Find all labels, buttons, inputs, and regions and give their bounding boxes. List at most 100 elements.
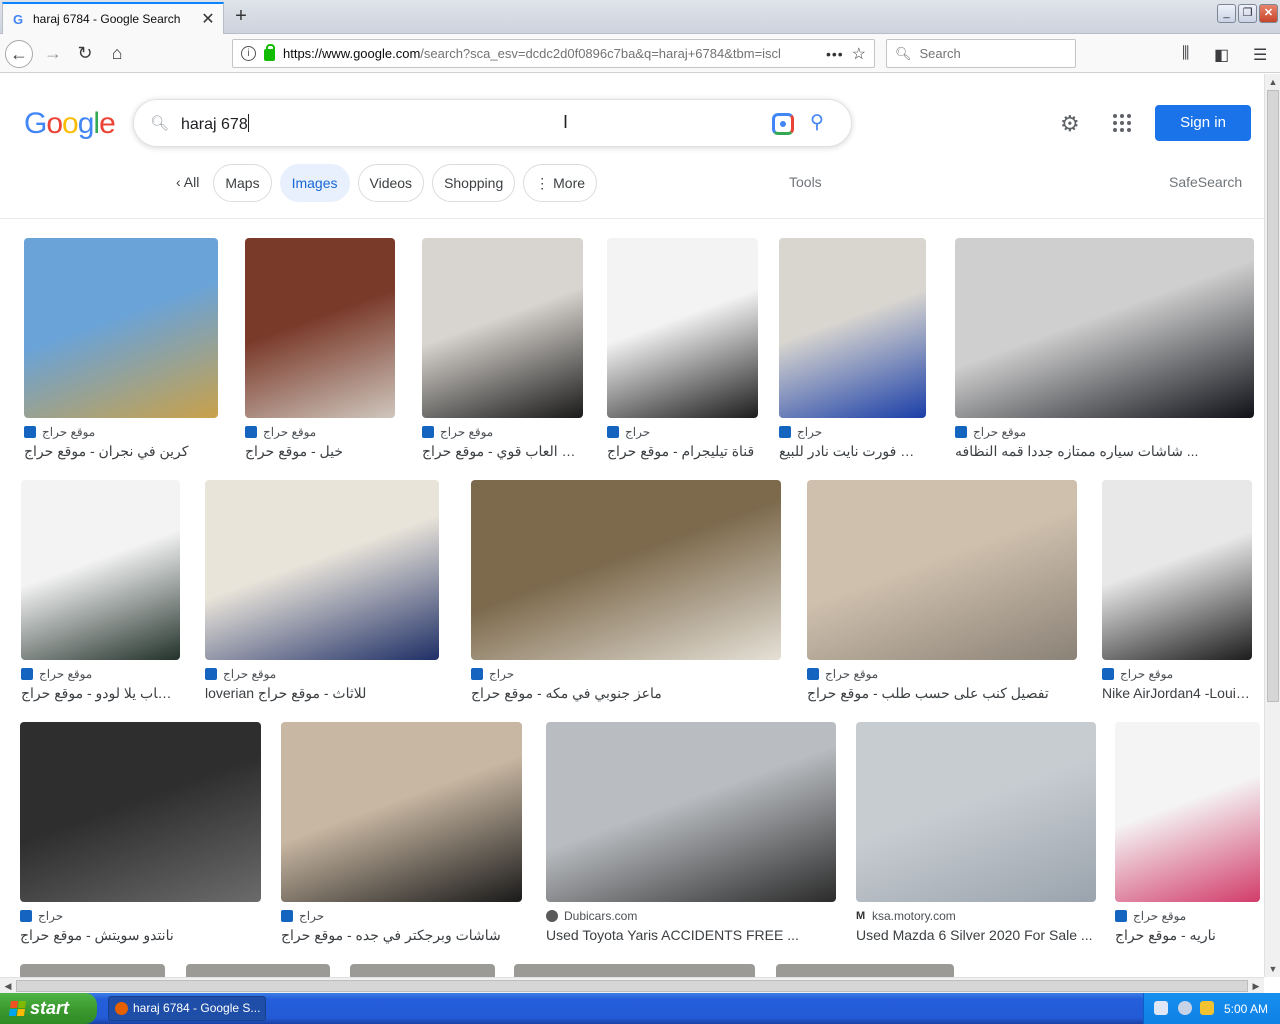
security-shield-icon[interactable]: [1200, 1001, 1214, 1015]
image-result[interactable]: موقع حراج كرين في نجران - موقع حراج: [24, 238, 218, 466]
maximize-button[interactable]: ❐: [1238, 4, 1257, 23]
chip-maps[interactable]: Maps: [213, 164, 272, 202]
horizontal-scrollbar[interactable]: ◀ ▶: [0, 977, 1264, 993]
result-title[interactable]: خيل - موقع حراج: [245, 443, 395, 460]
search-submit-icon[interactable]: ⚲: [810, 111, 824, 134]
url-text[interactable]: https://www.google.com/search?sca_esv=dc…: [283, 46, 818, 61]
image-result[interactable]: موقع حراج شاشات سياره ممتازه جددا قمه الن…: [955, 238, 1254, 466]
result-source[interactable]: حراج: [20, 909, 63, 923]
back-arrow-icon[interactable]: [1178, 1001, 1192, 1015]
page-actions-icon[interactable]: •••: [826, 46, 844, 62]
result-thumbnail[interactable]: [955, 238, 1254, 418]
result-thumbnail[interactable]: [607, 238, 758, 418]
image-result[interactable]: حراج قناة تيليجرام - موقع حراج: [607, 238, 758, 466]
result-thumbnail[interactable]: [1115, 722, 1260, 902]
result-title[interactable]: ناريه - موقع حراج: [1115, 927, 1260, 944]
result-source[interactable]: موقع حراج: [24, 425, 95, 439]
image-result[interactable]: موقع حراج خيل - موقع حراج: [245, 238, 395, 466]
vertical-scroll-thumb[interactable]: [1267, 90, 1279, 702]
search-box[interactable]: 🔍︎ haraj 678 ⚲: [133, 99, 852, 147]
horizontal-scroll-thumb[interactable]: [16, 980, 1248, 992]
keyboard-icon[interactable]: [1154, 1001, 1168, 1015]
image-result-partial[interactable]: [350, 964, 495, 977]
result-source[interactable]: موقع حراج: [245, 425, 316, 439]
result-title[interactable]: شاشات وبرجكتر في جده - موقع حراج: [281, 927, 522, 944]
close-tab-icon[interactable]: ✕: [201, 9, 215, 29]
result-thumbnail[interactable]: [779, 238, 926, 418]
result-title[interactable]: loverian للاثاث - موقع حراج: [205, 685, 439, 702]
result-source[interactable]: موقع حراج: [1115, 909, 1186, 923]
scroll-left-icon[interactable]: ◀: [0, 978, 16, 994]
result-thumbnail[interactable]: [1102, 480, 1252, 660]
image-result-partial[interactable]: [776, 964, 954, 977]
result-title[interactable]: تفصيل كنب على حسب طلب - موقع حراج: [807, 685, 1077, 702]
result-title[interactable]: بي سي العاب قوي - موقع حراج: [422, 443, 583, 460]
chip-images[interactable]: Images: [279, 164, 350, 202]
result-title[interactable]: قناة تيليجرام - موقع حراج: [607, 443, 758, 460]
forward-button[interactable]: →: [39, 40, 67, 68]
chip-more[interactable]: ⋮ More: [523, 164, 598, 202]
image-result[interactable]: موقع حراج ناريه - موقع حراج: [1115, 722, 1260, 950]
result-title[interactable]: Used Mazda 6 Silver 2020 For Sale ...: [856, 927, 1096, 943]
result-source[interactable]: Mksa.motory.com: [856, 909, 956, 923]
image-result[interactable]: موقع حراج بيع حساب يلا لودو - موقع حراج: [21, 480, 180, 708]
result-source[interactable]: موقع حراج: [1102, 667, 1173, 681]
result-title[interactable]: كرين في نجران - موقع حراج: [24, 443, 218, 460]
bookmark-star-icon[interactable]: ☆: [852, 44, 866, 64]
browser-tab[interactable]: G haraj 6784 - Google Search ✕: [2, 2, 224, 34]
result-source[interactable]: موقع حراج: [807, 667, 878, 681]
result-thumbnail[interactable]: [471, 480, 781, 660]
result-source[interactable]: حراج: [471, 667, 514, 681]
vertical-scrollbar[interactable]: ▲ ▼: [1264, 74, 1280, 977]
result-source[interactable]: حراج: [779, 425, 822, 439]
image-result[interactable]: موقع حراج تفصيل كنب على حسب طلب - موقع حر…: [807, 480, 1077, 708]
result-thumbnail[interactable]: [281, 722, 522, 902]
new-tab-button[interactable]: +: [230, 6, 252, 28]
result-thumbnail[interactable]: [21, 480, 180, 660]
image-result-partial[interactable]: [514, 964, 755, 977]
scroll-down-icon[interactable]: ▼: [1265, 961, 1280, 977]
result-source[interactable]: حراج: [281, 909, 324, 923]
image-result-partial[interactable]: [186, 964, 330, 977]
image-result-partial[interactable]: [20, 964, 165, 977]
search-input[interactable]: haraj 678: [181, 114, 249, 134]
scroll-up-icon[interactable]: ▲: [1265, 74, 1280, 90]
image-result[interactable]: موقع حراج بي سي العاب قوي - موقع حراج: [422, 238, 583, 466]
result-source[interactable]: موقع حراج: [955, 425, 1026, 439]
start-button[interactable]: start: [0, 993, 97, 1024]
result-thumbnail[interactable]: [245, 238, 395, 418]
sign-in-button[interactable]: Sign in: [1155, 105, 1251, 141]
result-title[interactable]: Nike AirJordan4 -Louis...: [1102, 685, 1252, 701]
image-result[interactable]: Mksa.motory.com Used Mazda 6 Silver 2020 …: [856, 722, 1096, 950]
result-title[interactable]: نانتدو سويتش - موقع حراج: [20, 927, 261, 944]
taskbar-firefox-window[interactable]: haraj 6784 - Google S...: [108, 996, 266, 1021]
library-icon[interactable]: ⫼: [1182, 45, 1189, 63]
result-thumbnail[interactable]: [205, 480, 439, 660]
google-apps-icon[interactable]: [1113, 114, 1131, 132]
result-title[interactable]: حساب فورت نايت نادر للبيع ...: [779, 443, 926, 460]
result-title[interactable]: ماعز جنوبي في مكه - موقع حراج: [471, 685, 781, 702]
settings-gear-icon[interactable]: ⚙: [1060, 111, 1080, 137]
back-button[interactable]: ←: [5, 40, 33, 68]
browser-search-field[interactable]: 🔍︎ Search: [886, 39, 1076, 68]
result-title[interactable]: بيع حساب يلا لودو - موقع حراج: [21, 685, 180, 702]
image-result[interactable]: موقع حراج Nike AirJordan4 -Louis...: [1102, 480, 1252, 708]
address-bar[interactable]: i https://www.google.com/search?sca_esv=…: [232, 39, 875, 68]
image-result[interactable]: حراج نانتدو سويتش - موقع حراج: [20, 722, 261, 950]
minimize-button[interactable]: _: [1217, 4, 1236, 23]
result-source[interactable]: Dubicars.com: [546, 909, 637, 923]
result-title[interactable]: شاشات سياره ممتازه جددا قمه النظافه ...: [955, 443, 1254, 460]
result-thumbnail[interactable]: [20, 722, 261, 902]
image-result[interactable]: حراج شاشات وبرجكتر في جده - موقع حراج: [281, 722, 522, 950]
scroll-right-icon[interactable]: ▶: [1248, 978, 1264, 994]
site-info-icon[interactable]: i: [241, 46, 256, 61]
result-source[interactable]: حراج: [607, 425, 650, 439]
image-result[interactable]: موقع حراج loverian للاثاث - موقع حراج: [205, 480, 439, 708]
google-lens-icon[interactable]: [772, 113, 794, 135]
result-thumbnail[interactable]: [422, 238, 583, 418]
image-result[interactable]: حراج ماعز جنوبي في مكه - موقع حراج: [471, 480, 781, 708]
safesearch-button[interactable]: SafeSearch: [1169, 174, 1242, 190]
chip-all[interactable]: ‹ All: [170, 164, 206, 202]
image-result[interactable]: حراج حساب فورت نايت نادر للبيع ...: [779, 238, 926, 466]
menu-icon[interactable]: ☰: [1253, 45, 1267, 65]
